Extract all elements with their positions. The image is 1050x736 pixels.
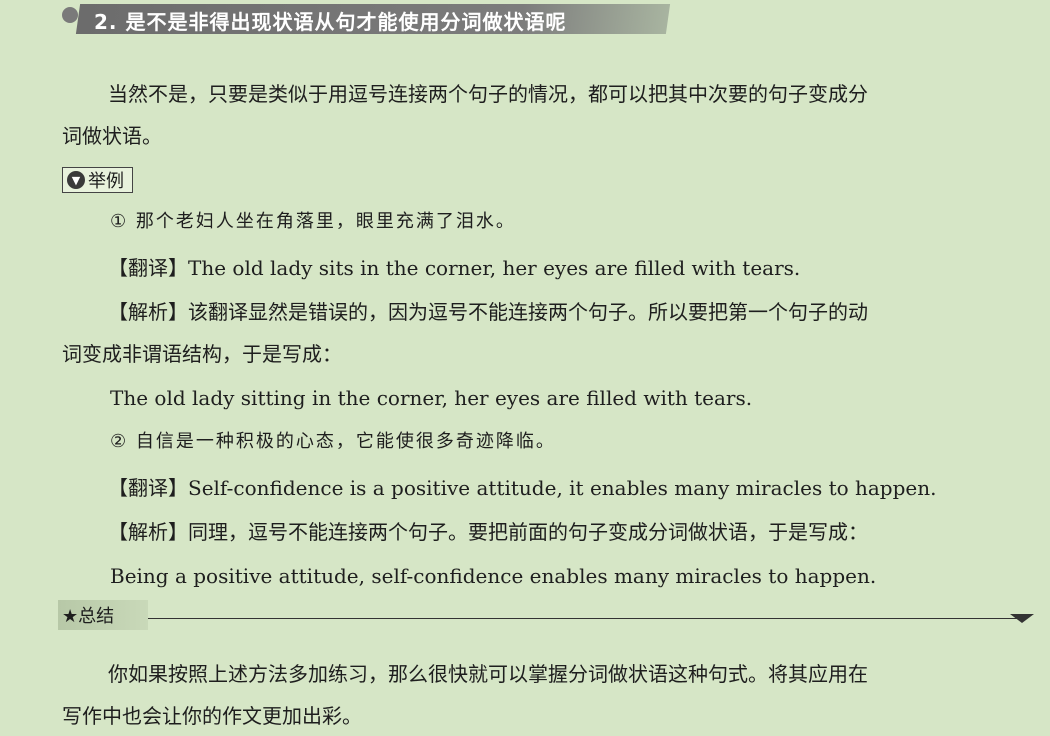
example2-chinese: ② 自信是一种积极的心态，它能使很多奇迹降临。: [110, 431, 556, 452]
example-tag: ▼ 举例: [62, 167, 133, 193]
analysis-label: 【解析】: [108, 300, 188, 324]
analysis-text: 该翻译显然是错误的，因为逗号不能连接两个句子。所以要把第一个句子的动: [188, 300, 868, 324]
arrow-down-icon: [1010, 614, 1034, 623]
section-heading: 2. 是不是非得出现状语从句才能使用分词做状语呢: [94, 10, 567, 34]
example1-analysis-line-1: 【解析】该翻译显然是错误的，因为逗号不能连接两个句子。所以要把第一个句子的动: [108, 302, 868, 322]
heading-bullet-icon: [62, 7, 78, 23]
translation-text: Self-confidence is a positive attitude, …: [188, 476, 937, 500]
translation-label: 【翻译】: [108, 476, 188, 500]
book-page: 2. 是不是非得出现状语从句才能使用分词做状语呢 当然不是，只要是类似于用逗号连…: [0, 0, 1050, 736]
example1-correct-sentence: The old lady sitting in the corner, her …: [110, 386, 753, 410]
example2-correct-sentence: Being a positive attitude, self-confiden…: [110, 564, 877, 588]
analysis-label: 【解析】: [108, 520, 188, 544]
example2-translation: 【翻译】Self-confidence is a positive attitu…: [108, 478, 937, 498]
example1-chinese: ① 那个老妇人坐在角落里，眼里充满了泪水。: [110, 211, 516, 232]
summary-tag: ★总结: [58, 600, 148, 630]
example-tag-label: 举例: [88, 171, 124, 192]
chevron-down-icon: ▼: [67, 171, 85, 189]
intro-line-1: 当然不是，只要是类似于用逗号连接两个句子的情况，都可以把其中次要的句子变成分: [108, 82, 868, 106]
example1-analysis-line-2: 词变成非谓语结构，于是写成：: [62, 342, 342, 366]
intro-line-2: 词做状语。: [62, 124, 162, 148]
example2-analysis: 【解析】同理，逗号不能连接两个句子。要把前面的句子变成分词做状语，于是写成：: [108, 522, 868, 542]
summary-divider: [148, 618, 1020, 619]
summary-line-1: 你如果按照上述方法多加练习，那么很快就可以掌握分词做状语这种句式。将其应用在: [108, 662, 868, 686]
translation-label: 【翻译】: [108, 256, 188, 280]
analysis-text: 同理，逗号不能连接两个句子。要把前面的句子变成分词做状语，于是写成：: [188, 520, 868, 544]
summary-line-2: 写作中也会让你的作文更加出彩。: [62, 704, 362, 728]
example1-translation: 【翻译】The old lady sits in the corner, her…: [108, 258, 800, 278]
translation-text: The old lady sits in the corner, her eye…: [188, 256, 801, 280]
